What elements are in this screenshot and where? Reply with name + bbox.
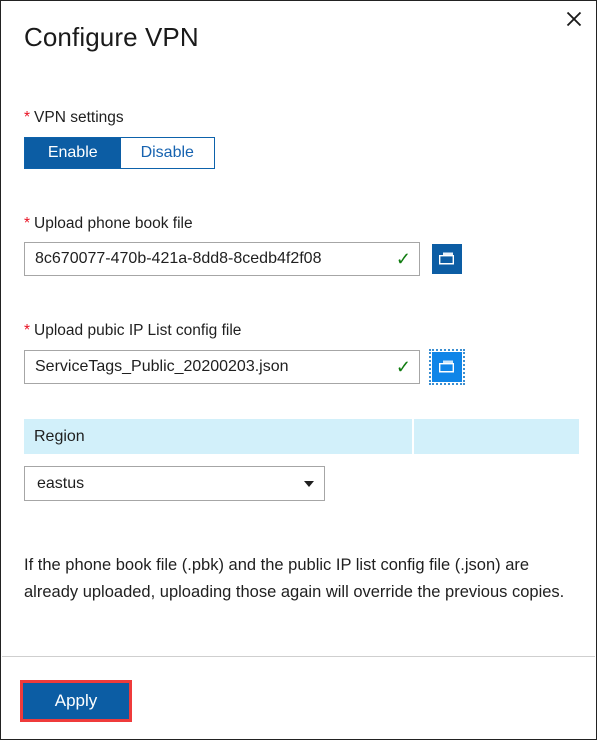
- folder-icon: [437, 251, 457, 267]
- description-text: If the phone book file (.pbk) and the pu…: [24, 556, 565, 601]
- vpn-settings-toggle[interactable]: Enable Disable: [24, 137, 215, 169]
- close-icon: [565, 10, 583, 28]
- toggle-option-disable[interactable]: Disable: [120, 138, 214, 168]
- public-ip-label-text: Upload pubic IP List config file: [34, 322, 242, 339]
- region-select-value: eastus: [37, 474, 85, 492]
- phone-book-label-text: Upload phone book file: [34, 215, 193, 232]
- footer-divider: [2, 656, 595, 657]
- public-ip-input[interactable]: ServiceTags_Public_20200203.json ✓: [24, 350, 420, 384]
- valid-check-icon: ✓: [395, 357, 411, 377]
- phone-book-browse-button[interactable]: [432, 244, 462, 274]
- region-select[interactable]: eastus: [24, 466, 325, 501]
- required-asterisk: *: [24, 322, 31, 339]
- folder-icon: [437, 359, 457, 375]
- required-asterisk: *: [24, 215, 31, 232]
- region-table-column-header-blank: [414, 419, 579, 454]
- region-table-header: Region: [24, 419, 579, 454]
- public-ip-file-row: ServiceTags_Public_20200203.json ✓: [24, 349, 465, 385]
- phone-book-input[interactable]: 8c670077-470b-421a-8dd8-8cedb4f2f08 ✓: [24, 242, 420, 276]
- page-title: Configure VPN: [24, 22, 199, 52]
- apply-button[interactable]: Apply: [23, 683, 129, 719]
- public-ip-browse-button[interactable]: [429, 349, 465, 385]
- phone-book-file-row: 8c670077-470b-421a-8dd8-8cedb4f2f08 ✓: [24, 242, 462, 276]
- valid-check-icon: ✓: [395, 249, 411, 269]
- public-ip-label: * Upload pubic IP List config file: [24, 322, 241, 340]
- phone-book-label: * Upload phone book file: [24, 215, 193, 233]
- apply-button-highlight: Apply: [20, 680, 132, 722]
- public-ip-filename: ServiceTags_Public_20200203.json: [35, 358, 289, 375]
- phone-book-filename: 8c670077-470b-421a-8dd8-8cedb4f2f08: [35, 250, 322, 267]
- toggle-option-enable[interactable]: Enable: [25, 138, 121, 168]
- region-table-column-header-region: Region: [24, 419, 412, 454]
- configure-vpn-panel: Configure VPN * VPN settings Enable Disab…: [0, 0, 597, 740]
- region-column-label: Region: [34, 427, 85, 445]
- required-asterisk: *: [24, 109, 31, 126]
- vpn-settings-label-text: VPN settings: [34, 109, 124, 126]
- vpn-settings-label: * VPN settings: [24, 109, 124, 127]
- close-button[interactable]: [560, 5, 588, 33]
- chevron-down-icon: [304, 480, 314, 487]
